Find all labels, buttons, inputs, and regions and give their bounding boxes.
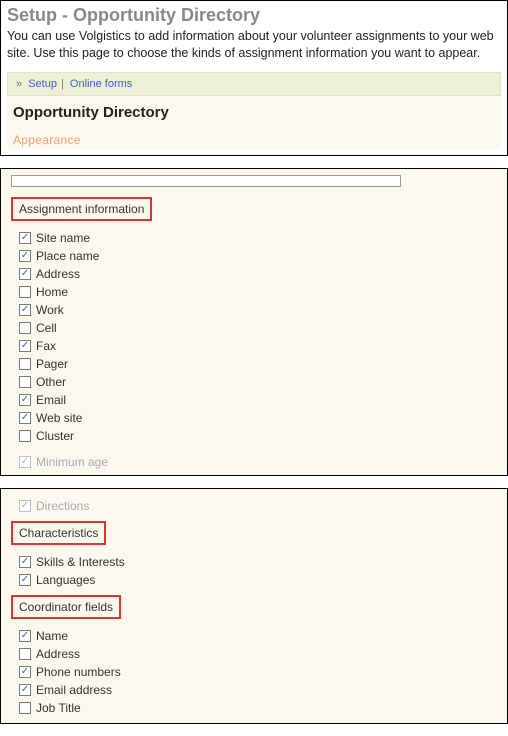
coordinator-item-checkbox[interactable] (19, 684, 31, 696)
assignment-item-checkbox[interactable] (19, 340, 31, 352)
directions-row: Directions (19, 497, 497, 515)
breadcrumb-prefix: » (16, 78, 22, 90)
coordinator-item-row: Address (19, 645, 497, 663)
section-heading: Opportunity Directory (7, 96, 501, 129)
assignment-item-row: Home (19, 283, 497, 301)
lower-panel: Directions Characteristics Skills & Inte… (0, 488, 508, 724)
assignment-item-checkbox[interactable] (19, 232, 31, 244)
assignment-item-row: Cell (19, 319, 497, 337)
characteristics-item-row: Skills & Interests (19, 553, 497, 571)
assignment-item-row: Cluster (19, 427, 497, 445)
coordinator-item-checkbox[interactable] (19, 702, 31, 714)
assignment-item-checkbox[interactable] (19, 394, 31, 406)
characteristics-item-row: Languages (19, 571, 497, 589)
directions-label: Directions (36, 499, 89, 513)
coordinator-item-row: Job Title (19, 699, 497, 717)
assignment-item-checkbox[interactable] (19, 286, 31, 298)
assignment-item-label: Address (36, 267, 80, 281)
assignment-item-label: Email (36, 393, 66, 407)
characteristics-checklist: Skills & Interests Languages (11, 551, 497, 589)
assignment-item-checkbox[interactable] (19, 268, 31, 280)
assignment-information-label: Assignment information (11, 197, 152, 221)
assignment-item-checkbox[interactable] (19, 322, 31, 334)
assignment-item-row: Site name (19, 229, 497, 247)
coordinator-item-label: Email address (36, 683, 112, 697)
breadcrumb: » Setup | Online forms (7, 72, 501, 96)
coordinator-checklist: Name Address Phone numbers Email address Job… (11, 625, 497, 717)
assignment-info-body: Assignment information Site name Place na… (1, 169, 507, 475)
coordinator-item-checkbox[interactable] (19, 648, 31, 660)
characteristics-label: Characteristics (11, 521, 106, 545)
assignment-item-label: Other (36, 375, 66, 389)
assignment-item-row: Work (19, 301, 497, 319)
assignment-item-row: Other (19, 373, 497, 391)
lower-body: Directions Characteristics Skills & Inte… (1, 489, 507, 723)
assignment-item-label: Site name (36, 231, 90, 245)
assignment-item-row: Email (19, 391, 497, 409)
breadcrumb-setup[interactable]: Setup (28, 78, 57, 90)
assignment-item-label: Web site (36, 411, 82, 425)
assignment-item-row: Address (19, 265, 497, 283)
page-title: Setup - Opportunity Directory (7, 5, 501, 26)
assignment-checklist: Site name Place name Address Home Work Cell Fa… (11, 227, 497, 445)
minimum-age-label: Minimum age (36, 455, 108, 469)
page-description: You can use Volgistics to add informatio… (7, 28, 501, 62)
coordinator-item-checkbox[interactable] (19, 630, 31, 642)
assignment-item-row: Fax (19, 337, 497, 355)
breadcrumb-online-forms[interactable]: Online forms (70, 78, 132, 90)
coordinator-fields-label: Coordinator fields (11, 595, 121, 619)
assignment-item-row: Web site (19, 409, 497, 427)
minimum-age-row: Minimum age (19, 453, 497, 471)
appearance-label: Appearance (7, 129, 501, 149)
coordinator-item-checkbox[interactable] (19, 666, 31, 678)
coordinator-item-label: Phone numbers (36, 665, 121, 679)
assignment-item-checkbox[interactable] (19, 412, 31, 424)
coordinator-item-label: Job Title (36, 701, 81, 715)
coordinator-item-label: Address (36, 647, 80, 661)
minimum-age-checkbox[interactable] (19, 456, 31, 468)
coordinator-item-label: Name (36, 629, 68, 643)
assignment-item-label: Cell (36, 321, 57, 335)
coordinator-item-row: Email address (19, 681, 497, 699)
input-bar[interactable] (11, 175, 401, 187)
header-panel: Setup - Opportunity Directory You can us… (0, 0, 508, 156)
breadcrumb-separator: | (61, 78, 64, 90)
assignment-item-label: Cluster (36, 429, 74, 443)
assignment-item-checkbox[interactable] (19, 358, 31, 370)
coordinator-item-row: Phone numbers (19, 663, 497, 681)
coordinator-item-row: Name (19, 627, 497, 645)
directions-checkbox[interactable] (19, 500, 31, 512)
assignment-item-label: Home (36, 285, 68, 299)
assignment-item-row: Pager (19, 355, 497, 373)
characteristics-item-checkbox[interactable] (19, 556, 31, 568)
assignment-item-checkbox[interactable] (19, 376, 31, 388)
characteristics-item-label: Languages (36, 573, 95, 587)
assignment-item-checkbox[interactable] (19, 304, 31, 316)
assignment-item-row: Place name (19, 247, 497, 265)
assignment-item-label: Work (36, 303, 64, 317)
assignment-item-label: Fax (36, 339, 56, 353)
characteristics-item-label: Skills & Interests (36, 555, 125, 569)
assignment-info-panel: Assignment information Site name Place na… (0, 168, 508, 476)
characteristics-item-checkbox[interactable] (19, 574, 31, 586)
assignment-item-label: Pager (36, 357, 68, 371)
assignment-item-checkbox[interactable] (19, 250, 31, 262)
assignment-item-checkbox[interactable] (19, 430, 31, 442)
assignment-item-label: Place name (36, 249, 99, 263)
